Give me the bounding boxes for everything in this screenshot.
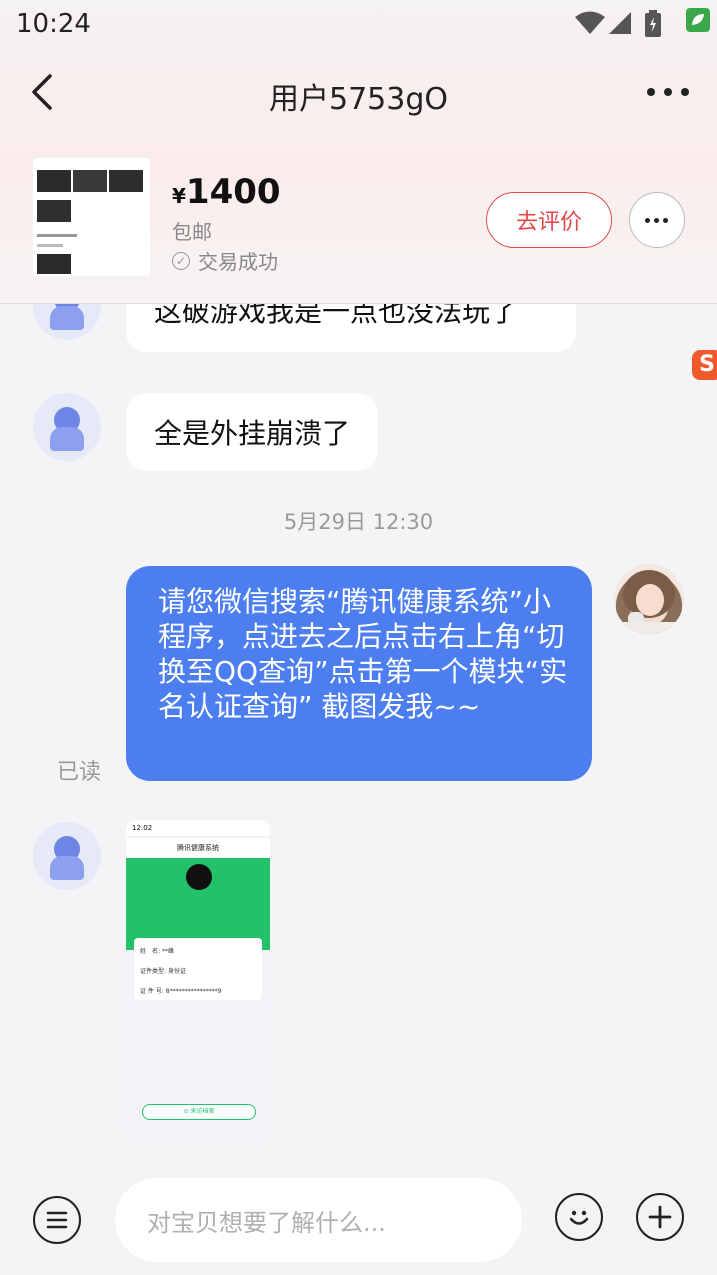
menu-button[interactable]: [33, 1196, 81, 1244]
seller-avatar[interactable]: [33, 393, 101, 461]
read-status: 已读: [57, 760, 102, 785]
currency-symbol: ¥: [172, 184, 186, 208]
my-avatar-image: [614, 570, 684, 634]
shared-row3-value: 8****************9: [165, 988, 222, 995]
product-price: ¥1400: [172, 172, 281, 212]
shared-image-info-card: 姓 名: **峰 证件类型: 身份证 证 件 号: 8*************…: [134, 938, 262, 1000]
product-more-button[interactable]: [629, 192, 685, 248]
message-input[interactable]: 对宝贝想要了解什么...: [115, 1178, 522, 1262]
wifi-icon: [575, 11, 605, 34]
shared-image-title: 腾讯健康系统: [126, 838, 270, 858]
rate-button[interactable]: 去评价: [486, 192, 612, 248]
shipping-label: 包邮: [172, 220, 212, 244]
emoji-button[interactable]: [555, 1193, 603, 1241]
shared-row1-label: 姓 名:: [140, 948, 161, 955]
signal-icon: [609, 12, 631, 34]
shared-image-logo: [186, 864, 212, 890]
chat-timestamp: 5月29日 12:30: [283, 510, 434, 534]
more-icon[interactable]: [647, 88, 689, 98]
status-bar: 10:24: [0, 0, 717, 50]
seller-avatar[interactable]: [33, 822, 101, 890]
price-amount: 1400: [185, 172, 281, 212]
header-overlap-cover: [0, 250, 717, 303]
header-divider-overlay: [0, 303, 717, 304]
input-bar: 对宝贝想要了解什么...: [0, 1170, 717, 1275]
shared-image-time: 12:02: [132, 824, 153, 832]
image-message[interactable]: 12:02 腾讯健康系统 姓 名: **峰 证件类型: 身份证 证 件 号: 8…: [126, 820, 270, 1142]
shared-row2-value: 身份证: [167, 968, 186, 975]
page-title: 用户5753gO: [268, 82, 448, 117]
message-bubble-incoming[interactable]: 全是外挂崩溃了: [126, 393, 379, 471]
nav-bar: 用户5753gO: [0, 58, 717, 128]
my-avatar[interactable]: [614, 564, 684, 634]
message-text: 全是外挂崩溃了: [154, 417, 351, 450]
message-text: 请您微信搜索“腾讯健康系统”小程序，点进去之后点击右上角“切换至QQ查询”点击第…: [158, 585, 568, 723]
shared-image-statusbar: 12:02: [126, 820, 270, 836]
plus-button[interactable]: [636, 1193, 684, 1241]
floating-s-badge-icon[interactable]: S: [692, 350, 717, 380]
emoji-icon: [569, 1210, 589, 1225]
app-notification-icon: [686, 8, 710, 32]
status-time: 10:24: [16, 9, 91, 39]
shared-row2-label: 证件类型:: [140, 968, 167, 975]
shared-row1-value: **峰: [161, 948, 174, 955]
shared-row3-label: 证 件 号:: [140, 988, 164, 995]
shared-image-button: ⊙ 来访档案: [142, 1104, 256, 1120]
menu-icon: [46, 1211, 68, 1229]
plus-icon: [648, 1205, 672, 1229]
battery-icon: [645, 10, 661, 37]
message-bubble-outgoing[interactable]: 请您微信搜索“腾讯健康系统”小程序，点进去之后点击右上角“切换至QQ查询”点击第…: [126, 566, 592, 781]
